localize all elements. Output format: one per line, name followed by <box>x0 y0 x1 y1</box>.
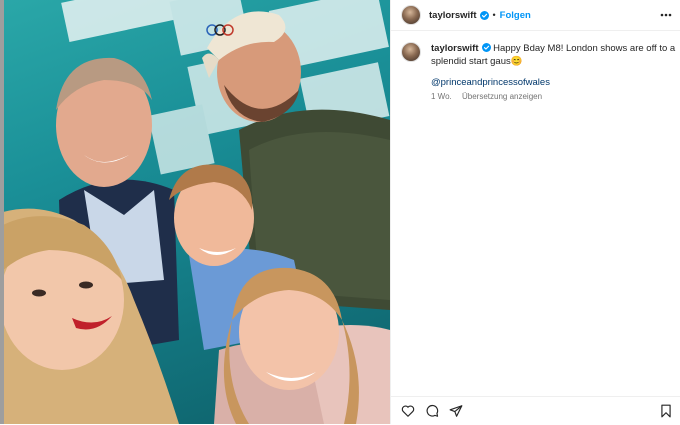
action-bar <box>391 396 680 425</box>
caption: taylorswift Happy Bday M8! London shows … <box>431 42 676 68</box>
translate-link[interactable]: Übersetzung anzeigen <box>462 92 542 101</box>
avatar[interactable] <box>401 5 421 25</box>
follow-button[interactable]: Folgen <box>500 10 531 21</box>
photo-illustration <box>4 0 390 424</box>
mention-link[interactable]: @princeandprincessofwales <box>431 77 550 88</box>
verified-icon <box>479 10 489 20</box>
caption-username[interactable]: taylorswift <box>431 43 479 54</box>
comment-icon[interactable] <box>425 404 439 418</box>
post-photo[interactable] <box>4 0 390 424</box>
post-meta: 1 Wo. Übersetzung anzeigen <box>431 92 542 101</box>
caption-avatar[interactable] <box>401 42 421 62</box>
header-username[interactable]: taylorswift <box>429 10 477 21</box>
header-separator: • <box>492 10 496 20</box>
heart-icon[interactable] <box>401 404 415 418</box>
more-icon[interactable] <box>659 8 673 22</box>
verified-icon <box>481 43 491 52</box>
post-age: 1 Wo. <box>431 92 452 101</box>
share-icon[interactable] <box>449 404 463 418</box>
post-header: taylorswift • Folgen <box>391 0 680 31</box>
post-sidebar: taylorswift • Folgen taylorswift Happy B… <box>390 0 680 424</box>
bookmark-icon[interactable] <box>659 404 673 418</box>
